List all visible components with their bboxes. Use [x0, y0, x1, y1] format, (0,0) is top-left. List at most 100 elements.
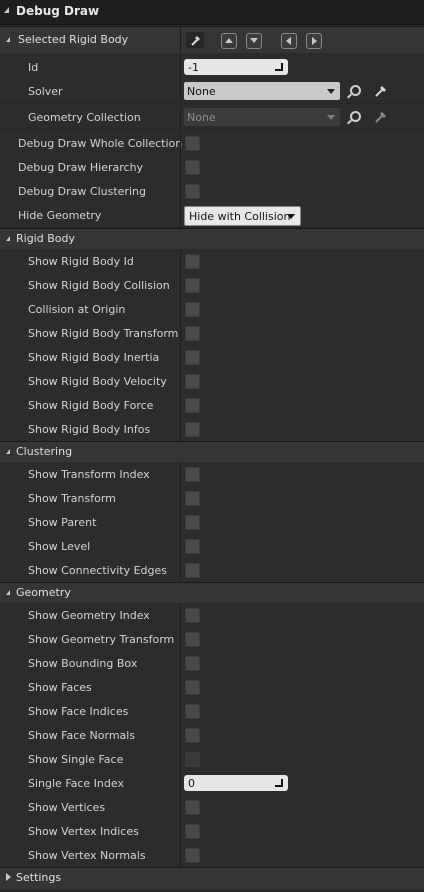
debug-draw-hierarchy-row: Debug Draw Hierarchy	[0, 155, 424, 180]
geometry-section-header[interactable]: Geometry	[0, 582, 424, 603]
solver-dropdown[interactable]: None	[184, 82, 340, 100]
option-label: Show Bounding Box	[28, 657, 138, 670]
option-checkbox[interactable]	[185, 254, 200, 269]
option-label: Show Parent	[28, 516, 97, 529]
single-face-index-label: Single Face Index	[28, 777, 124, 790]
list-item: Show Vertex Indices	[0, 819, 424, 844]
list-item: Show Level	[0, 534, 424, 559]
list-item: Show Rigid Body Velocity	[0, 369, 424, 394]
id-label: Id	[28, 61, 39, 74]
id-field[interactable]: -1	[184, 59, 288, 75]
browse-geometry-collection-button[interactable]	[350, 111, 366, 127]
selected-rigid-body-row[interactable]: Selected Rigid Body	[0, 26, 424, 53]
option-checkbox[interactable]	[185, 398, 200, 413]
column-divider	[180, 771, 181, 795]
list-item: Show Faces	[0, 675, 424, 700]
option-checkbox[interactable]	[185, 374, 200, 389]
option-checkbox[interactable]	[185, 752, 200, 767]
option-checkbox[interactable]	[185, 515, 200, 530]
debug-draw-hierarchy-label: Debug Draw Hierarchy	[18, 161, 144, 174]
arrow-down-icon	[250, 38, 258, 43]
list-item: Show Face Normals	[0, 723, 424, 748]
clustering-section-header[interactable]: Clustering	[0, 441, 424, 462]
list-item: Show Rigid Body Transform	[0, 321, 424, 346]
debug-draw-header[interactable]: Debug Draw	[0, 0, 424, 25]
list-item: Show Connectivity Edges	[0, 558, 424, 583]
hide-geometry-label: Hide Geometry	[18, 209, 102, 222]
column-divider	[180, 55, 181, 79]
option-checkbox[interactable]	[185, 800, 200, 815]
option-checkbox[interactable]	[185, 680, 200, 695]
single-face-index-field[interactable]: 0	[184, 775, 288, 791]
option-checkbox[interactable]	[185, 278, 200, 293]
option-checkbox[interactable]	[185, 848, 200, 863]
list-item: Show Transform	[0, 486, 424, 511]
option-checkbox[interactable]	[185, 467, 200, 482]
hide-geometry-dropdown[interactable]: Hide with Collision	[184, 206, 301, 226]
column-divider	[180, 723, 181, 747]
option-checkbox[interactable]	[185, 656, 200, 671]
option-checkbox[interactable]	[185, 632, 200, 647]
option-label: Show Rigid Body Transform	[28, 327, 179, 340]
option-label: Show Rigid Body Id	[28, 255, 134, 268]
debug-draw-clustering-checkbox[interactable]	[185, 184, 200, 199]
settings-section-header[interactable]: Settings	[0, 867, 424, 889]
collapse-arrow-icon	[4, 7, 9, 13]
pick-geometry-collection-button[interactable]	[373, 109, 389, 125]
pick-rigid-body-button[interactable]	[186, 32, 204, 48]
geometry-collection-dropdown[interactable]: None	[184, 108, 340, 126]
chevron-down-icon	[327, 89, 335, 94]
browse-solver-button[interactable]	[350, 85, 366, 101]
option-checkbox[interactable]	[185, 422, 200, 437]
rigid-body-section-header[interactable]: Rigid Body	[0, 228, 424, 249]
list-item: Collision at Origin	[0, 297, 424, 322]
list-item: Show Single Face	[0, 747, 424, 772]
geometry-section-title: Geometry	[16, 586, 71, 599]
solver-row: Solver None	[0, 79, 424, 104]
next-down-button[interactable]	[246, 33, 262, 49]
option-checkbox[interactable]	[185, 824, 200, 839]
previous-left-button[interactable]	[281, 33, 297, 49]
option-label: Show Rigid Body Infos	[28, 423, 151, 436]
clustering-section-title: Clustering	[16, 445, 73, 458]
debug-draw-hierarchy-checkbox[interactable]	[185, 160, 200, 175]
previous-up-button[interactable]	[221, 33, 237, 49]
option-label: Show Level	[28, 540, 91, 553]
list-item: Show Bounding Box	[0, 651, 424, 676]
debug-draw-whole-collection-checkbox[interactable]	[185, 136, 200, 151]
column-divider	[180, 179, 181, 203]
column-divider	[180, 486, 181, 510]
option-label: Show Faces	[28, 681, 92, 694]
drag-handle-icon	[275, 779, 283, 787]
hide-geometry-value: Hide with Collision	[189, 210, 291, 223]
list-item: Show Rigid Body Infos	[0, 417, 424, 442]
column-divider	[180, 105, 181, 129]
settings-section-title: Settings	[16, 871, 62, 884]
pick-solver-button[interactable]	[373, 83, 389, 99]
option-checkbox[interactable]	[185, 350, 200, 365]
geometry-collection-label: Geometry Collection	[28, 111, 141, 124]
option-label: Show Vertices	[28, 801, 106, 814]
option-label: Show Vertex Normals	[28, 849, 146, 862]
collapse-arrow-icon	[6, 449, 10, 454]
option-label: Show Rigid Body Inertia	[28, 351, 160, 364]
option-checkbox[interactable]	[185, 326, 200, 341]
search-icon	[350, 111, 361, 122]
column-divider	[180, 321, 181, 345]
option-checkbox[interactable]	[185, 728, 200, 743]
debug-draw-clustering-label: Debug Draw Clustering	[18, 185, 146, 198]
option-checkbox[interactable]	[185, 302, 200, 317]
debug-draw-panel: Debug Draw Selected Rigid Body Id -1 Sol…	[0, 0, 424, 892]
column-divider	[180, 155, 181, 179]
option-checkbox[interactable]	[185, 608, 200, 623]
geometry-collection-value: None	[187, 111, 216, 124]
option-checkbox[interactable]	[185, 563, 200, 578]
column-divider	[180, 558, 181, 582]
option-label: Show Rigid Body Velocity	[28, 375, 167, 388]
option-checkbox[interactable]	[185, 539, 200, 554]
next-right-button[interactable]	[306, 33, 322, 49]
search-icon	[350, 85, 361, 96]
option-checkbox[interactable]	[185, 491, 200, 506]
option-checkbox[interactable]	[185, 704, 200, 719]
solver-label: Solver	[28, 85, 63, 98]
